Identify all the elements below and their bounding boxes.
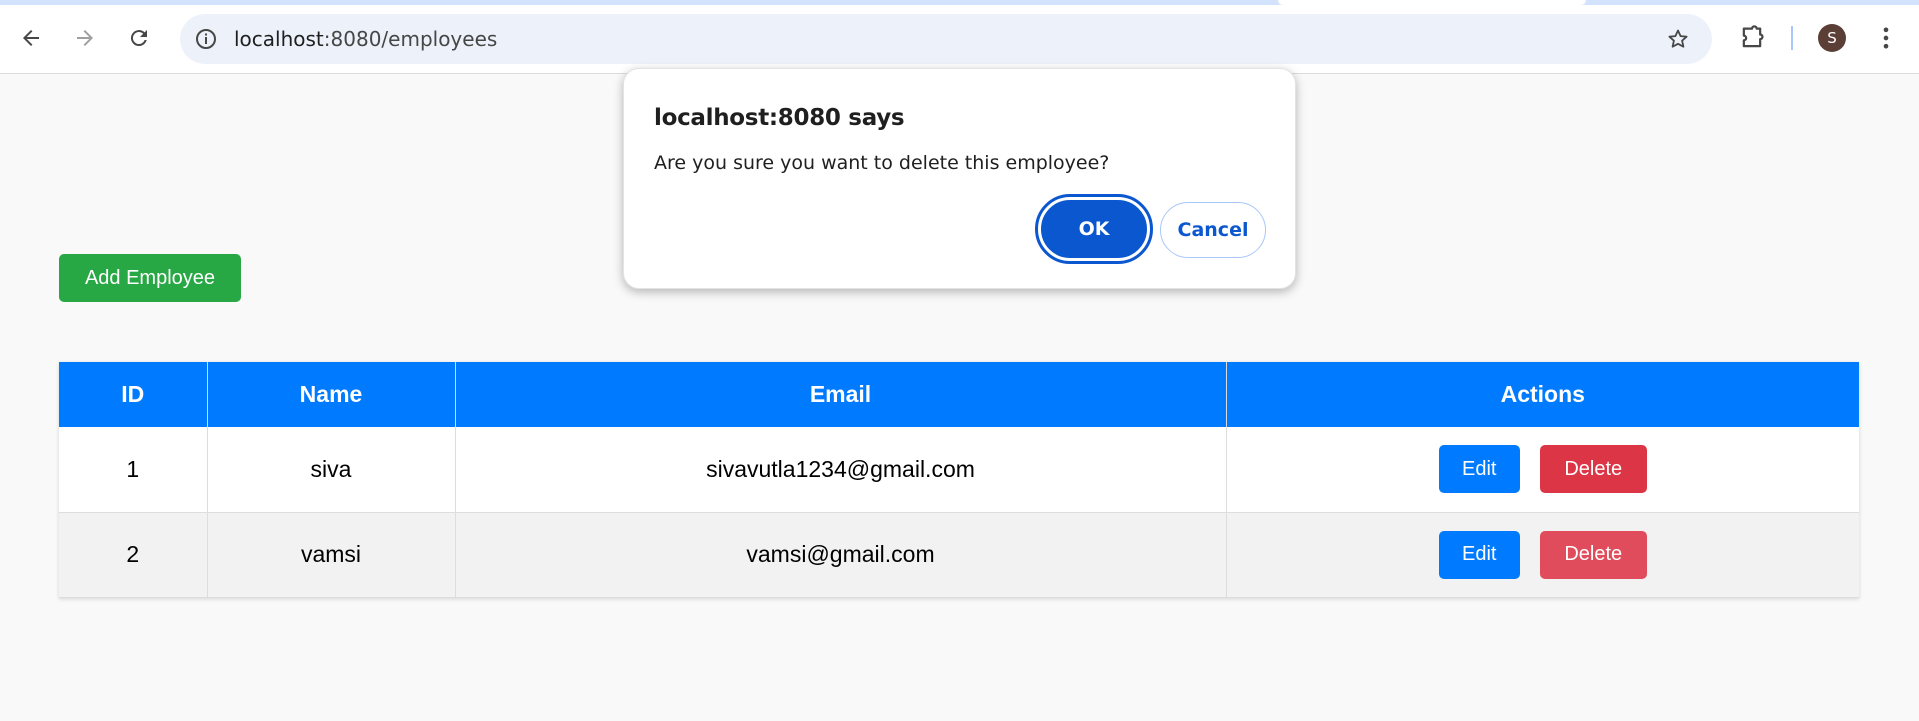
arrow-right-icon	[77, 30, 93, 46]
cell-name: vamsi	[207, 512, 456, 598]
table-row: 2 vamsi vamsi@gmail.com Edit Delete	[59, 512, 1859, 598]
confirm-dialog: localhost:8080 says Are you sure you wan…	[623, 68, 1296, 289]
url-path: :8080/employees	[323, 27, 498, 51]
edit-button[interactable]: Edit	[1438, 530, 1520, 579]
column-header-actions: Actions	[1226, 362, 1859, 427]
cell-name: siva	[207, 427, 456, 513]
delete-button[interactable]: Delete	[1539, 530, 1647, 579]
cell-id: 1	[59, 427, 208, 513]
cancel-button[interactable]: Cancel	[1160, 202, 1266, 258]
back-button[interactable]	[12, 19, 50, 57]
ok-button[interactable]: OK	[1035, 194, 1153, 264]
dialog-title: localhost:8080 says	[654, 105, 905, 131]
cell-actions: Edit Delete	[1226, 427, 1859, 513]
extensions-puzzle-icon[interactable]	[1738, 24, 1766, 52]
column-header-email: Email	[455, 362, 1227, 427]
edit-button[interactable]: Edit	[1438, 445, 1520, 494]
toolbar-separator	[1791, 26, 1793, 50]
cell-email: sivavutla1234@gmail.com	[455, 427, 1227, 513]
dialog-message: Are you sure you want to delete this emp…	[654, 152, 1110, 174]
url-text[interactable]: localhost:8080/employees	[234, 14, 497, 64]
tab-strip	[0, 0, 1919, 5]
cell-id: 2	[59, 512, 208, 598]
profile-avatar[interactable]: S	[1818, 24, 1846, 52]
column-header-name: Name	[207, 362, 456, 427]
reload-button[interactable]	[120, 19, 158, 57]
address-bar[interactable]: localhost:8080/employees	[180, 14, 1712, 64]
bookmark-star-icon[interactable]	[1666, 27, 1690, 51]
cell-email: vamsi@gmail.com	[455, 512, 1227, 598]
arrow-left-icon	[23, 30, 39, 46]
column-header-id: ID	[59, 362, 208, 427]
forward-button[interactable]	[66, 19, 104, 57]
table-header-row: ID Name Email Actions	[59, 362, 1859, 427]
table-row: 1 siva sivavutla1234@gmail.com Edit Delet…	[59, 427, 1859, 513]
site-info-icon[interactable]	[194, 27, 218, 51]
cell-actions: Edit Delete	[1226, 512, 1859, 598]
reload-icon	[130, 30, 147, 47]
add-employee-button[interactable]: Add Employee	[59, 254, 241, 302]
kebab-menu-icon[interactable]	[1872, 24, 1900, 52]
url-host: localhost	[234, 27, 324, 51]
browser-toolbar: localhost:8080/employees S	[0, 0, 1919, 74]
employee-table: ID Name Email Actions 1 siva sivavutla12…	[59, 362, 1859, 598]
delete-button[interactable]: Delete	[1539, 445, 1647, 494]
